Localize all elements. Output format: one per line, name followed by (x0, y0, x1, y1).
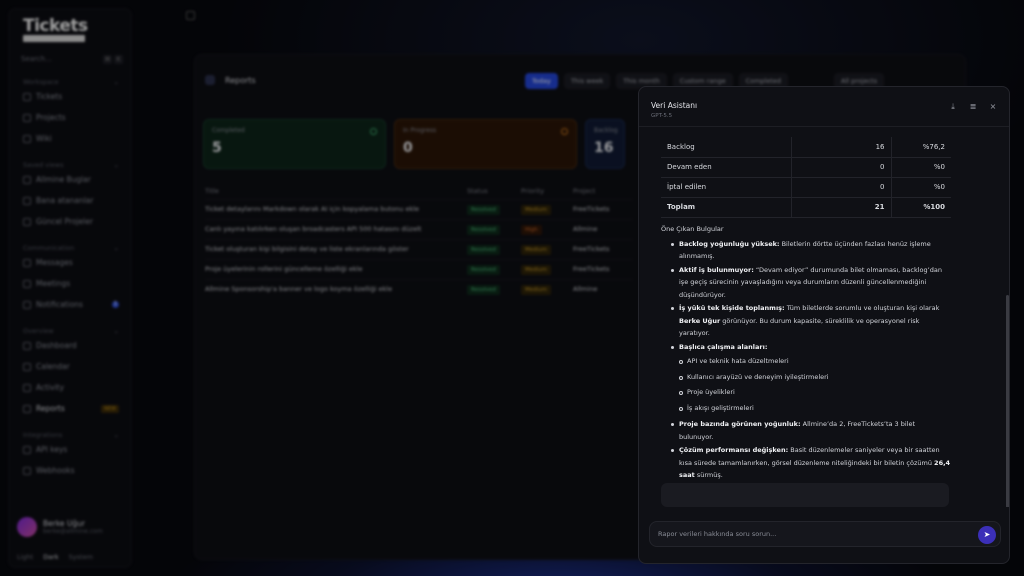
stat-count: 21 (791, 197, 892, 218)
stat-label: İptal edilen (661, 177, 792, 198)
stat-percent: %100 (891, 197, 951, 218)
data-assistant-panel: Veri Asistanı GPT-5.5 ⤓ ≣ × Backlog 16 %76… (638, 86, 1010, 564)
stat-count: 16 (791, 137, 892, 158)
finding-item: Aktif iş bulunmuyor: “Devam ediyor” duru… (671, 264, 951, 302)
assistant-message: Backlog 16 %76,2 Devam eden 0 %0 İptal edilen 0… (639, 127, 1009, 507)
stat-label: Backlog (661, 137, 792, 158)
message-block (661, 483, 949, 507)
work-area-item: API ve teknik hata düzeltmeleri (679, 355, 951, 368)
question-input[interactable] (658, 530, 958, 538)
stat-label: Devam eden (661, 157, 792, 178)
finding-item: Proje bazında görünen yoğunluk: Allmine’… (671, 418, 951, 443)
finding-item: Çözüm performansı değişken: Basit düzenl… (671, 444, 951, 482)
stat-row: Toplam 21 %100 (661, 197, 951, 218)
work-area-item: Kullanıcı arayüzü ve deneyim iyileştirme… (679, 371, 951, 384)
scrollbar[interactable] (1006, 295, 1009, 507)
stat-row: İptal edilen 0 %0 (661, 177, 951, 198)
stat-percent: %0 (891, 157, 951, 178)
assistant-model: GPT-5.5 (651, 113, 673, 119)
finding-item: İş yükü tek kişide toplanmış: Tüm biletl… (671, 302, 951, 340)
work-area-item: İş akışı geliştirmeleri (679, 402, 951, 415)
stat-row: Devam eden 0 %0 (661, 157, 951, 178)
stat-count: 0 (791, 157, 892, 178)
stat-percent: %0 (891, 177, 951, 198)
finding-item: Başlıca çalışma alanları: API ve teknik … (671, 341, 951, 415)
stat-count: 0 (791, 177, 892, 198)
assistant-title: Veri Asistanı (651, 101, 698, 110)
findings-heading: Öne Çıkan Bulgular (661, 225, 724, 233)
database-icon[interactable]: ≣ (969, 103, 977, 111)
stat-row: Backlog 16 %76,2 (661, 137, 951, 158)
stat-label: Toplam (661, 197, 792, 218)
download-icon[interactable]: ⤓ (949, 103, 957, 111)
stat-percent: %76,2 (891, 137, 951, 158)
send-icon[interactable]: ➤ (978, 526, 996, 544)
status-summary-table: Backlog 16 %76,2 Devam eden 0 %0 İptal edilen 0… (661, 137, 951, 218)
findings: Öne Çıkan Bulgular Backlog yoğunluğu yük… (661, 223, 951, 483)
work-area-item: Proje üyelikleri (679, 386, 951, 399)
close-icon[interactable]: × (989, 103, 997, 111)
finding-item: Backlog yoğunluğu yüksek: Biletlerin dör… (671, 238, 951, 263)
question-input-box: ➤ (649, 521, 1001, 547)
